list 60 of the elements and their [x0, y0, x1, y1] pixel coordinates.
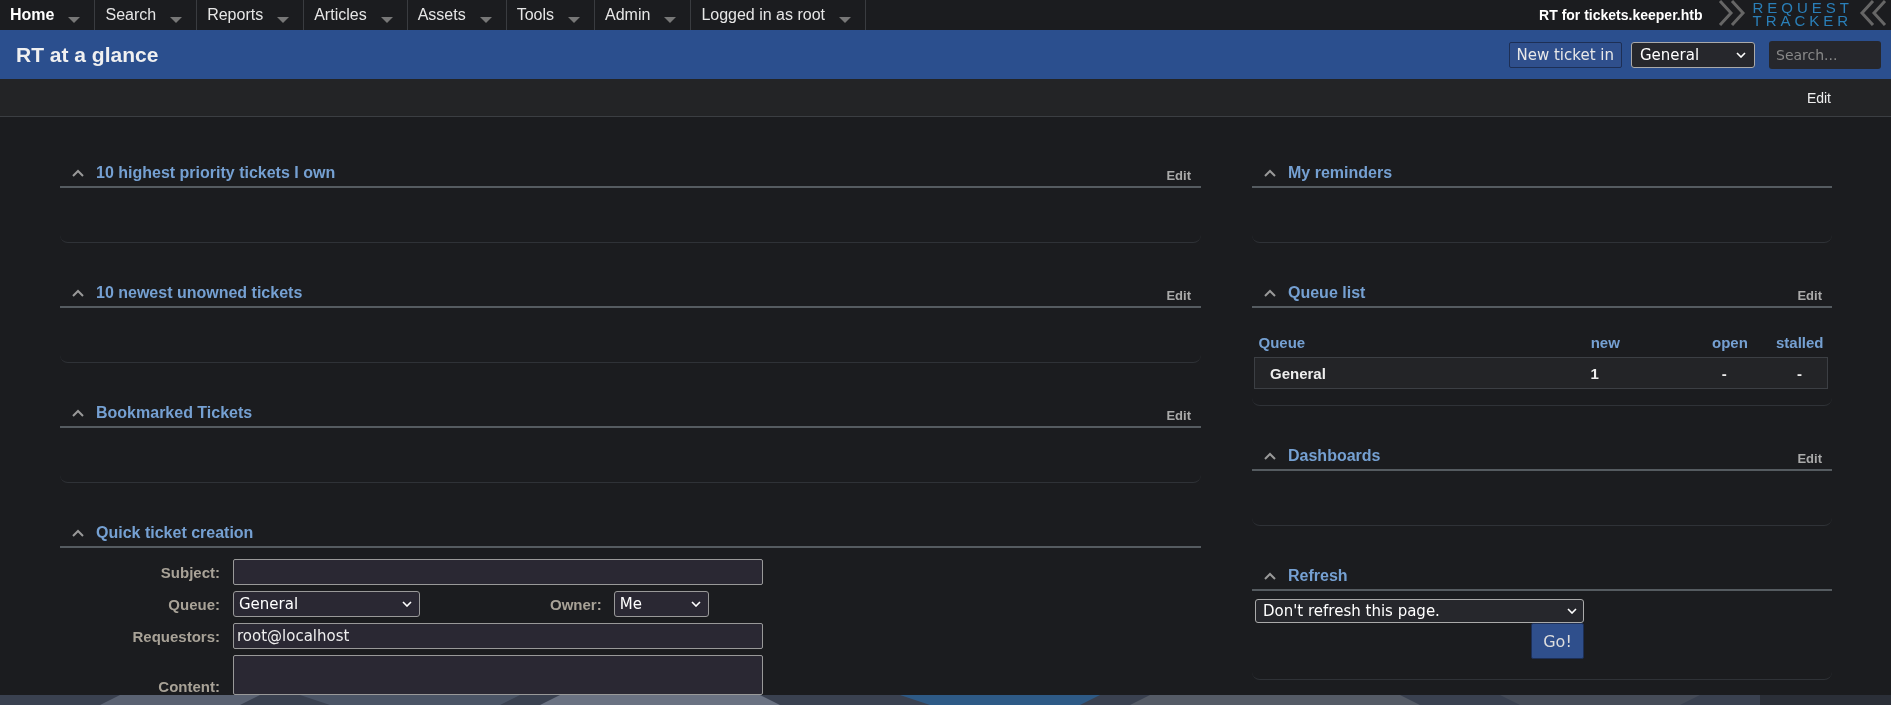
new-ticket-button[interactable]: New ticket in — [1508, 41, 1622, 68]
edit-link[interactable]: Edit — [1166, 408, 1191, 423]
requestors-field[interactable]: root@localhost — [233, 623, 763, 649]
edit-link[interactable]: Edit — [1166, 288, 1191, 303]
refresh-select[interactable]: Don't refresh this page. — [1255, 599, 1584, 623]
collapse-icon[interactable] — [72, 528, 84, 537]
table-cell[interactable]: General — [1254, 357, 1386, 389]
collapse-icon[interactable] — [1264, 571, 1276, 580]
collapse-icon[interactable] — [1264, 288, 1276, 297]
section-title[interactable]: 10 newest unowned tickets — [96, 283, 303, 302]
caret-icon — [479, 17, 492, 23]
logo-text: REQUEST TRACKER — [1751, 1, 1854, 27]
table-cell: - — [1623, 357, 1752, 389]
collapse-icon[interactable] — [1264, 168, 1276, 177]
section-title[interactable]: My reminders — [1288, 163, 1393, 182]
field-label: Subject: — [159, 563, 220, 581]
chevron-down-icon — [690, 601, 701, 607]
content-field[interactable] — [233, 655, 763, 695]
column-header: stalled — [1751, 334, 1828, 358]
section-title[interactable]: Bookmarked Tickets — [96, 403, 253, 422]
field-label: Requestors: — [131, 627, 220, 645]
field-label: Owner: — [550, 595, 602, 613]
section-title[interactable]: Queue list — [1288, 283, 1366, 302]
edit-link[interactable]: Edit — [1806, 89, 1831, 106]
chevron-down-icon — [1736, 51, 1746, 58]
collapse-icon[interactable] — [72, 168, 84, 177]
caret-icon — [380, 17, 393, 23]
field-label: Content: — [157, 678, 220, 695]
caret-icon — [277, 17, 290, 23]
edit-link[interactable]: Edit — [1797, 451, 1822, 466]
owner-select[interactable]: Me — [613, 591, 709, 617]
page-title: RT at a glance — [16, 42, 159, 67]
section-title[interactable]: 10 highest priority tickets I own — [96, 163, 336, 182]
table-cell: 1 — [1385, 357, 1624, 389]
caret-icon — [68, 17, 81, 23]
column-header: new — [1385, 334, 1624, 358]
caret-icon — [568, 17, 580, 23]
section-title[interactable]: Dashboards — [1288, 446, 1381, 465]
column-header: Queue — [1254, 334, 1386, 358]
section-title[interactable]: Quick ticket creation — [96, 523, 254, 542]
section-title[interactable]: Refresh — [1288, 566, 1348, 585]
collapse-icon[interactable] — [72, 408, 84, 417]
caret-icon — [664, 17, 677, 23]
queue-select[interactable]: General — [233, 591, 420, 617]
subject-field[interactable] — [233, 559, 763, 585]
collapse-icon[interactable] — [1264, 451, 1276, 460]
field-label: Queue: — [167, 595, 220, 613]
table-cell: - — [1751, 357, 1828, 389]
column-header: open — [1623, 334, 1752, 358]
edit-link[interactable]: Edit — [1166, 168, 1191, 183]
go-button[interactable]: Go! — [1531, 623, 1584, 659]
search-field[interactable]: Search... — [1769, 40, 1881, 69]
caret-icon — [170, 17, 183, 23]
site-title: RT for tickets.keeper.htb — [1539, 7, 1703, 23]
caret-icon — [839, 17, 852, 23]
collapse-icon[interactable] — [72, 288, 84, 297]
queue-select[interactable]: General — [1631, 41, 1755, 68]
chevron-down-icon — [1567, 608, 1577, 614]
chevron-down-icon — [402, 601, 412, 607]
edit-link[interactable]: Edit — [1797, 288, 1822, 303]
